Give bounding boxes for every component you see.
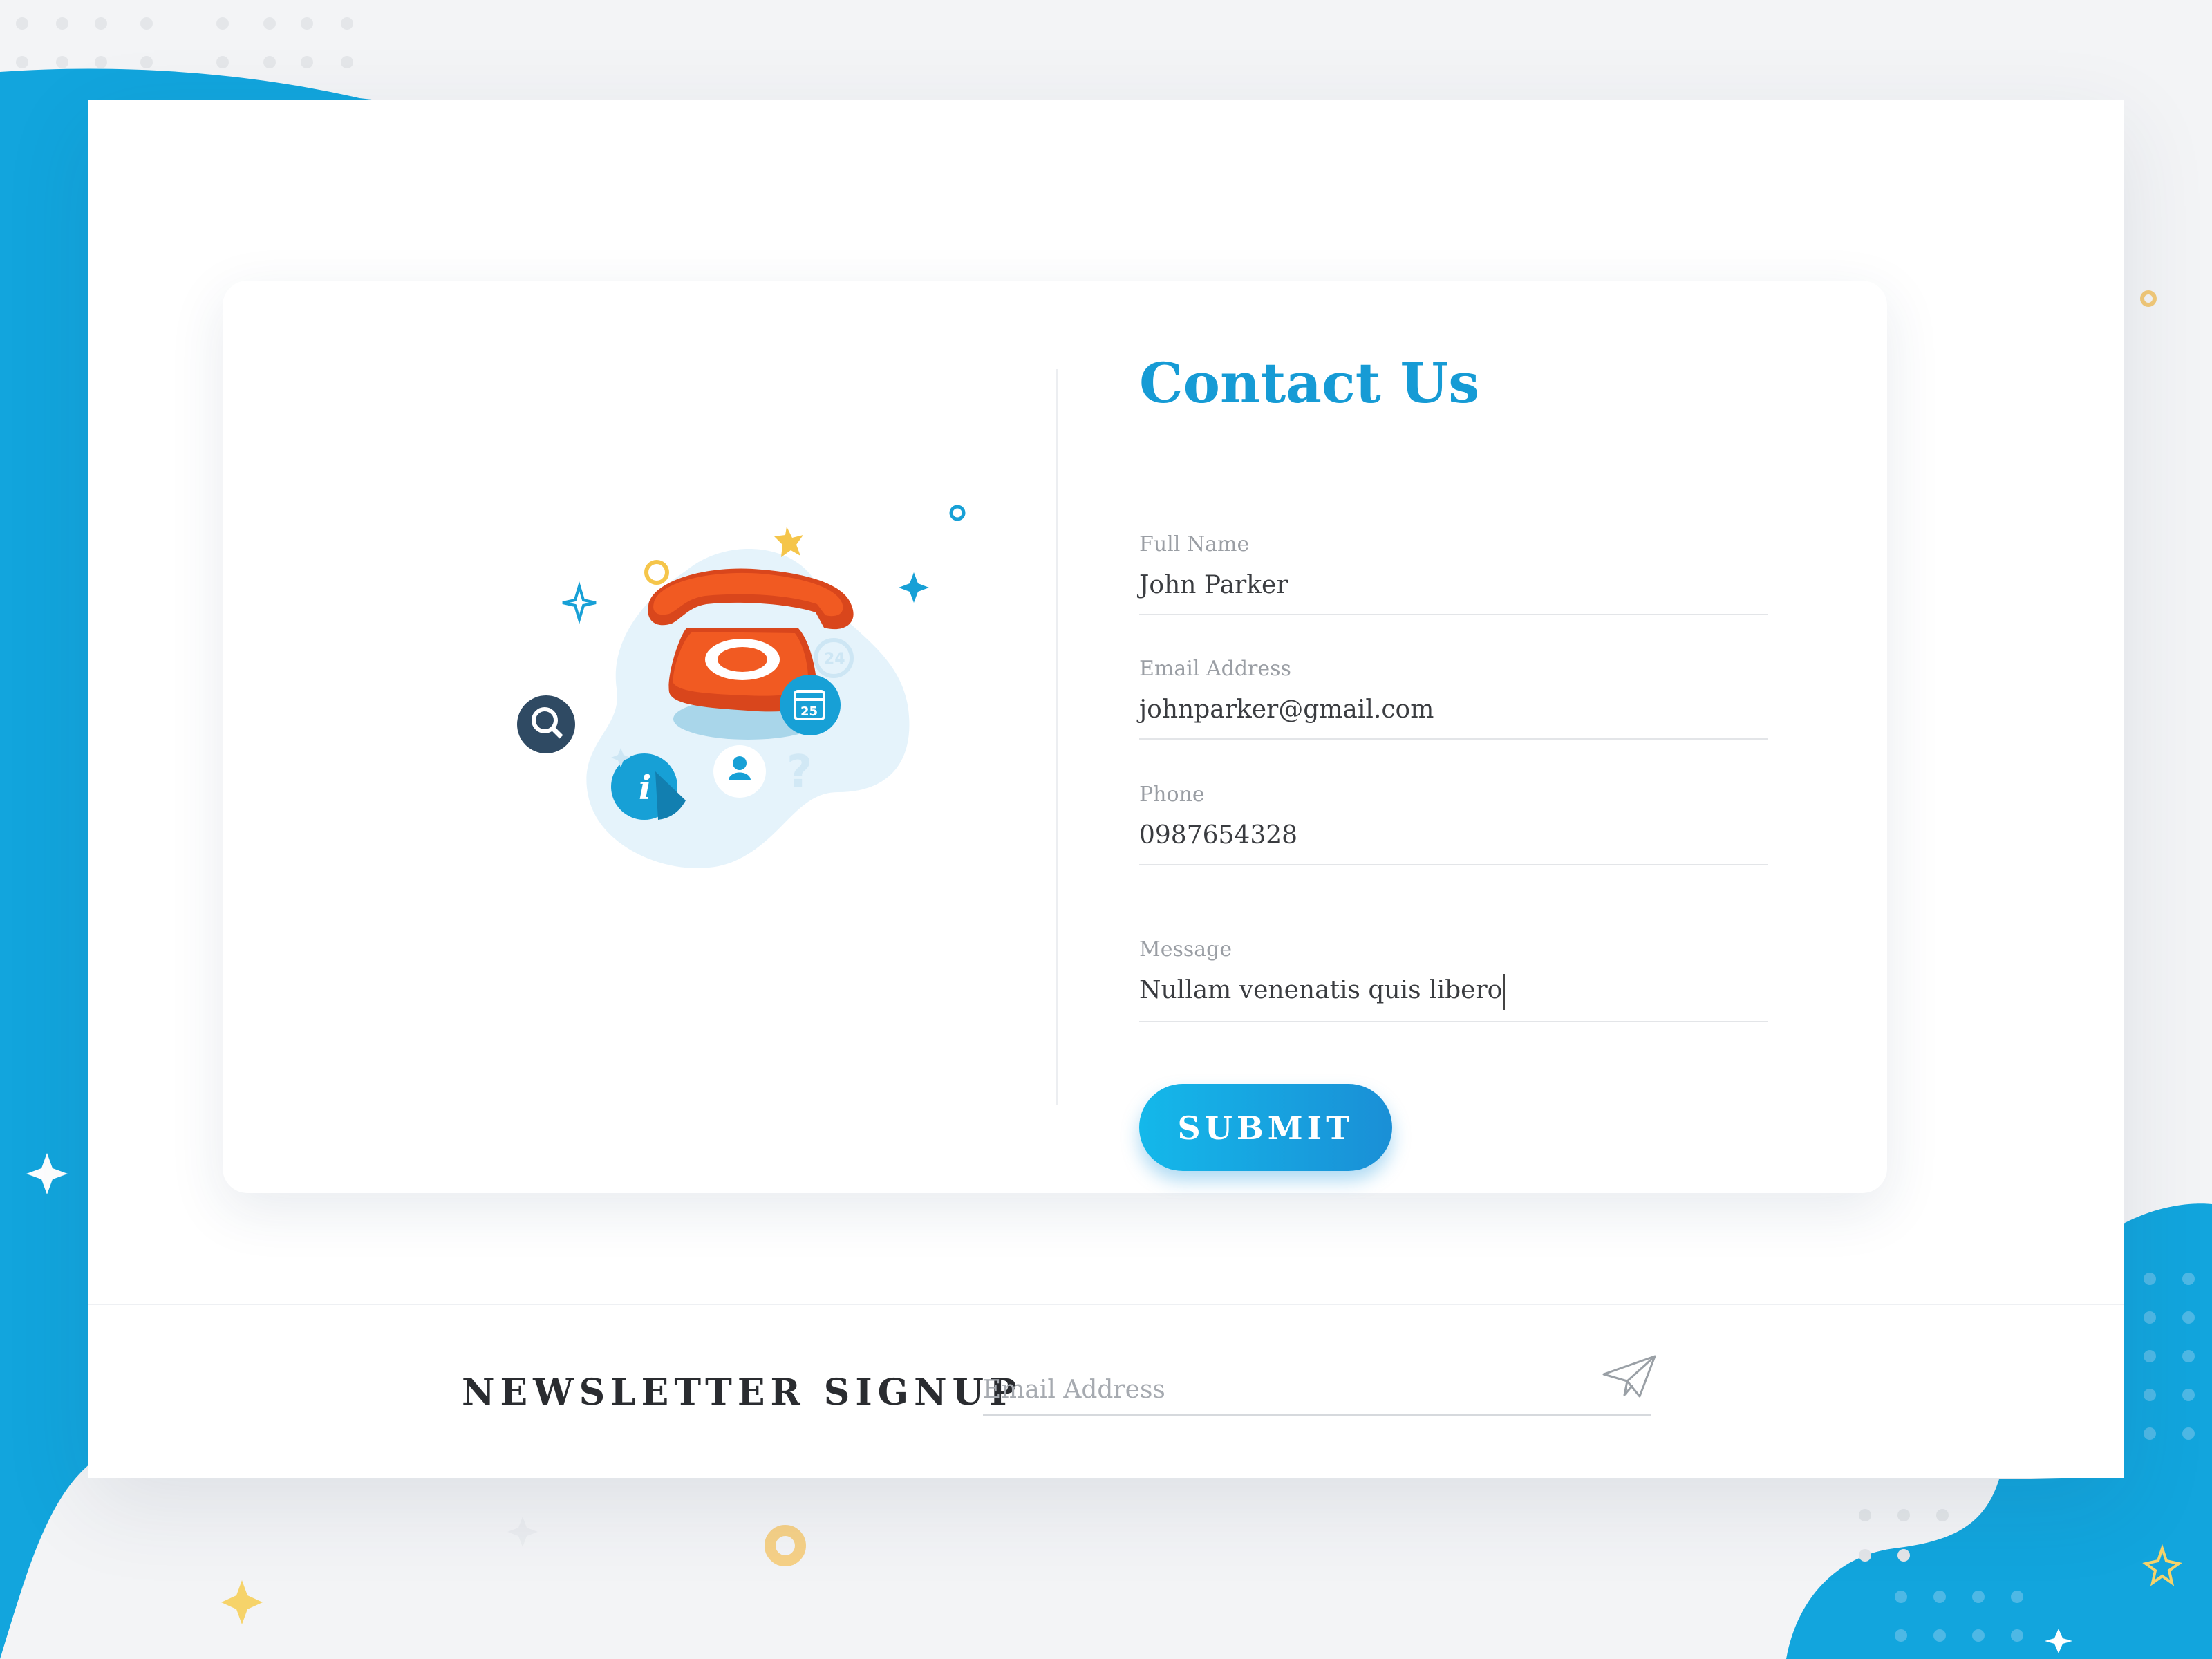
- info-icon-glyph: i: [639, 769, 651, 807]
- message-value: Nullam venenatis quis libero: [1139, 976, 1503, 1004]
- full-name-label: Full Name: [1139, 532, 1250, 556]
- email-field[interactable]: Email Address johnparker@gmail.com: [1139, 655, 1768, 740]
- phone-label: Phone: [1139, 782, 1205, 807]
- sparkle-icon: [899, 572, 929, 603]
- card-divider: [1056, 369, 1058, 1105]
- newsletter-email-input[interactable]: [983, 1365, 1651, 1416]
- text-caret: [1503, 974, 1506, 1010]
- phone-value[interactable]: 0987654328: [1139, 818, 1768, 853]
- question-icon: ?: [787, 747, 812, 798]
- dot-grid-top-left: [16, 17, 353, 68]
- full-name-field[interactable]: Full Name John Parker: [1139, 531, 1768, 615]
- message-field[interactable]: Message Nullam venenatis quis libero: [1139, 936, 1768, 1022]
- paper-plane-icon[interactable]: [1601, 1353, 1658, 1400]
- contact-illustration: i 25 24 ?: [517, 505, 966, 868]
- sparkle-icon: [562, 581, 597, 624]
- sparkle-icon: [507, 1517, 538, 1547]
- contact-card: i 25 24 ? Contact Us Full Name John Park…: [223, 281, 1887, 1193]
- newsletter-section: NEWSLETTER SIGNUP: [88, 1304, 2124, 1478]
- sparkle-icon: [221, 1580, 263, 1624]
- ring-decoration: [2140, 290, 2157, 307]
- message-label: Message: [1139, 937, 1232, 962]
- submit-button[interactable]: SUBMIT: [1139, 1084, 1392, 1171]
- ring-decoration: [949, 505, 966, 521]
- calendar-icon: 25: [780, 675, 841, 735]
- email-label: Email Address: [1139, 657, 1291, 681]
- newsletter-title: NEWSLETTER SIGNUP: [462, 1371, 1022, 1414]
- calendar-day: 25: [800, 704, 818, 719]
- user-pin-icon: [713, 745, 766, 798]
- email-value[interactable]: johnparker@gmail.com: [1139, 693, 1768, 727]
- submit-label: SUBMIT: [1177, 1109, 1354, 1147]
- full-name-value[interactable]: John Parker: [1139, 568, 1768, 603]
- clock-24-label: 24: [824, 650, 845, 668]
- gear-search-icon: [517, 695, 575, 753]
- contact-title: Contact Us: [1139, 350, 1480, 415]
- message-value-wrap[interactable]: Nullam venenatis quis libero: [1139, 973, 1768, 1010]
- contact-form: Contact Us Full Name John Parker Email A…: [1139, 350, 1768, 1171]
- ring-decoration: [765, 1525, 806, 1566]
- phone-field[interactable]: Phone 0987654328: [1139, 781, 1768, 865]
- star-icon: [774, 527, 803, 557]
- ring-decoration: [644, 560, 669, 585]
